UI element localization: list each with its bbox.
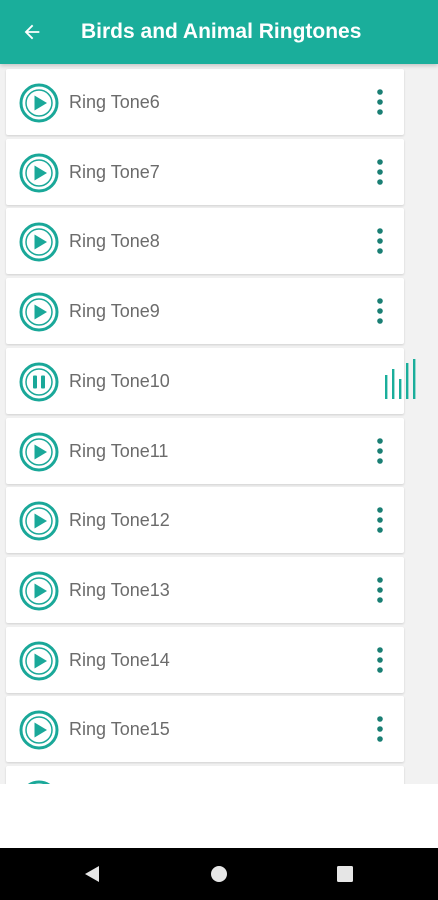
bottom-blank-area — [0, 784, 438, 848]
more-options-button[interactable] — [356, 705, 404, 753]
play-icon[interactable] — [19, 222, 59, 262]
list-item[interactable]: Ring Tone7 — [6, 139, 404, 205]
list-item[interactable]: Ring Tone10 — [6, 348, 416, 414]
play-icon[interactable] — [19, 432, 59, 472]
triangle-back-icon — [85, 866, 99, 882]
more-options-button[interactable] — [356, 287, 404, 335]
ringtone-label: Ring Tone9 — [69, 301, 160, 321]
more-options-button[interactable] — [356, 217, 404, 265]
square-recents-icon — [337, 866, 353, 882]
list-item[interactable]: Ring Tone15 — [6, 696, 404, 762]
play-icon[interactable] — [19, 83, 59, 123]
app-bar: Birds and Animal Ringtones — [0, 0, 438, 64]
ringtone-label: Ring Tone15 — [69, 719, 170, 739]
more-vertical-icon — [377, 228, 383, 254]
play-icon[interactable] — [19, 641, 59, 681]
page-title: Birds and Animal Ringtones — [81, 20, 362, 43]
more-vertical-icon — [377, 298, 383, 324]
arrow-left-icon — [24, 24, 40, 40]
ringtone-label: Ring Tone7 — [69, 162, 160, 182]
more-options-button[interactable] — [356, 496, 404, 544]
ringtone-label: Ring Tone14 — [69, 650, 170, 670]
equalizer-icon — [385, 359, 416, 399]
list-item[interactable] — [6, 766, 404, 784]
more-vertical-icon — [377, 159, 383, 185]
list-item[interactable]: Ring Tone9 — [6, 278, 404, 344]
ringtone-label: Ring Tone11 — [69, 441, 169, 461]
list-item[interactable]: Ring Tone6 — [6, 69, 404, 135]
list-item[interactable]: Ring Tone12 — [6, 487, 404, 553]
play-icon[interactable] — [19, 292, 59, 332]
more-options-button[interactable] — [356, 78, 404, 126]
more-vertical-icon — [377, 89, 383, 115]
pause-icon[interactable] — [19, 362, 59, 402]
list-item[interactable]: Ring Tone8 — [6, 208, 404, 274]
nav-back-button[interactable] — [62, 848, 122, 900]
circle-home-icon — [211, 866, 227, 882]
more-vertical-icon — [377, 438, 383, 464]
more-options-button[interactable] — [356, 148, 404, 196]
nav-home-button[interactable] — [189, 848, 249, 900]
play-icon[interactable] — [19, 571, 59, 611]
ringtone-list[interactable]: Ring Tone6 Ring Tone7 Ring Tone8 Ring Tone9… — [0, 64, 438, 784]
more-options-button[interactable] — [356, 775, 404, 784]
more-vertical-icon — [377, 577, 383, 603]
nav-recents-button[interactable] — [315, 848, 375, 900]
play-icon[interactable] — [19, 710, 59, 750]
more-options-button[interactable] — [356, 636, 404, 684]
more-vertical-icon — [377, 507, 383, 533]
play-icon[interactable] — [19, 153, 59, 193]
list-item[interactable]: Ring Tone14 — [6, 627, 404, 693]
ringtone-label: Ring Tone8 — [69, 231, 160, 251]
ringtone-label: Ring Tone6 — [69, 92, 160, 112]
more-vertical-icon — [377, 716, 383, 742]
more-options-button[interactable] — [356, 566, 404, 614]
system-nav-bar — [0, 848, 438, 900]
list-item[interactable]: Ring Tone11 — [6, 418, 404, 484]
ringtone-label: Ring Tone13 — [69, 580, 170, 600]
back-button[interactable] — [0, 0, 64, 64]
more-vertical-icon — [377, 647, 383, 673]
play-icon[interactable] — [19, 501, 59, 541]
ringtone-label: Ring Tone12 — [69, 510, 170, 530]
list-item[interactable]: Ring Tone13 — [6, 557, 404, 623]
more-options-button[interactable] — [356, 427, 404, 475]
ringtone-label: Ring Tone10 — [69, 371, 170, 391]
